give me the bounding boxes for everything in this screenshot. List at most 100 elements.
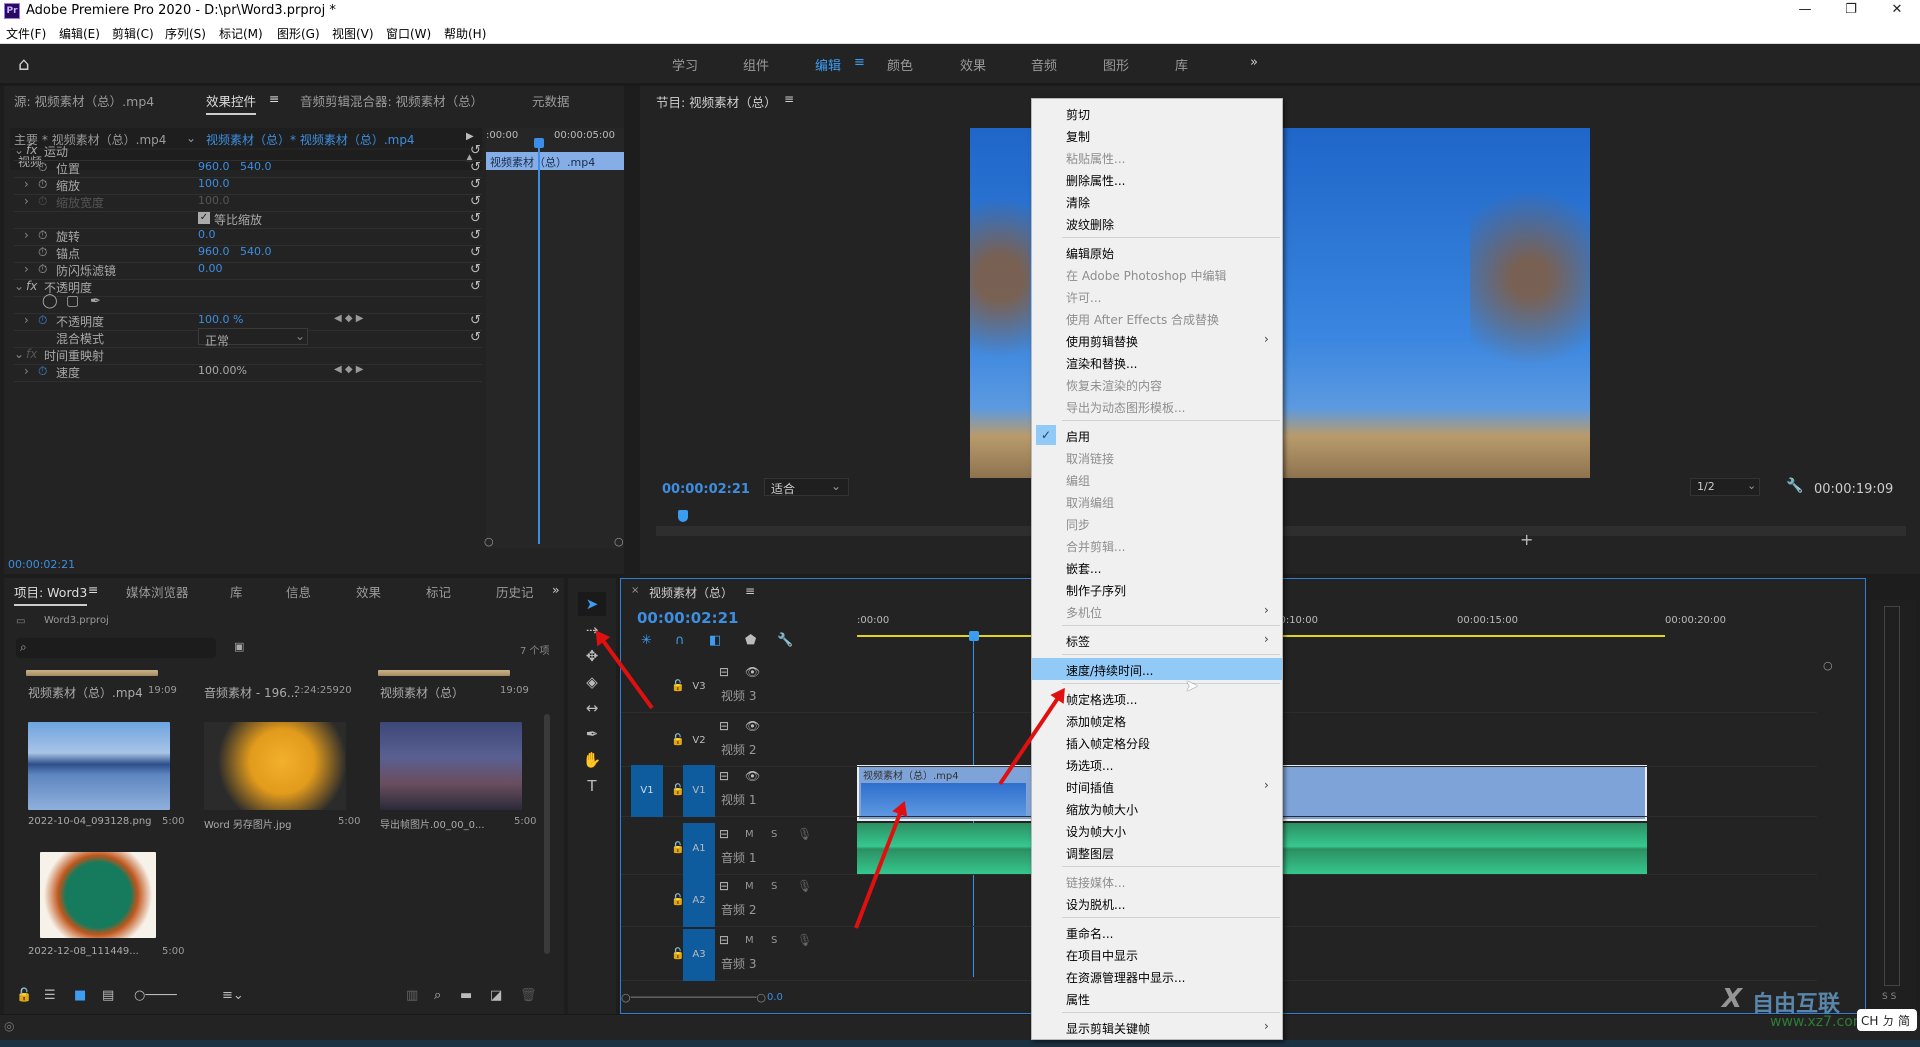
list-view-icon[interactable]: ☰: [44, 988, 56, 1003]
effect-controls-menu-icon[interactable]: ≡: [269, 91, 279, 106]
project-item[interactable]: 视频素材（总）.mp4 19:09: [18, 670, 188, 706]
stopwatch-icon[interactable]: ⏱: [38, 228, 47, 243]
menu-edit[interactable]: 编辑(E): [59, 25, 100, 42]
sort-icon[interactable]: ≡⌄: [222, 988, 244, 1003]
voiceover-mic-icon[interactable]: 🎙: [797, 879, 812, 893]
minimize-button[interactable]: —: [1782, 0, 1828, 22]
resolution-dropdown[interactable]: 1/2 ⌄: [1690, 478, 1760, 496]
track-target-toggle[interactable]: A3: [683, 929, 715, 981]
tab-metadata[interactable]: 元数据: [532, 91, 570, 110]
workspace-more-icon[interactable]: »: [1250, 55, 1258, 70]
fx-badge-icon[interactable]: fx: [26, 143, 37, 157]
chevron-down-icon[interactable]: ⌄: [14, 347, 24, 361]
lock-icon[interactable]: 🔓: [16, 988, 32, 1003]
menu-item[interactable]: 在项目中显示: [1032, 943, 1282, 965]
pen-tool-icon[interactable]: ✒: [578, 722, 606, 746]
chevron-down-icon[interactable]: ⌄: [14, 143, 24, 157]
sequence-tab[interactable]: 视频素材（总）: [649, 584, 733, 601]
solo-button[interactable]: S: [771, 935, 777, 946]
property-value[interactable]: 100.0: [198, 177, 230, 190]
timeline-menu-icon[interactable]: ≡: [745, 584, 755, 598]
more-tabs-icon[interactable]: »: [552, 582, 560, 597]
program-playhead-handle[interactable]: [678, 510, 688, 522]
mute-button[interactable]: M: [745, 829, 754, 840]
voiceover-mic-icon[interactable]: 🎙: [797, 827, 812, 841]
sync-lock-icon[interactable]: ⊟: [719, 879, 729, 893]
menu-item[interactable]: 插入帧定格分段: [1032, 731, 1282, 753]
track-target-toggle[interactable]: V1: [683, 765, 715, 817]
ime-indicator[interactable]: CH ㄉ 简: [1857, 1009, 1917, 1031]
workspace-color[interactable]: 颜色: [887, 55, 913, 74]
vertical-scroll-handle[interactable]: ○: [1823, 659, 1833, 672]
stopwatch-icon[interactable]: ⏱: [38, 177, 47, 192]
menu-item[interactable]: 速度/持续时间...: [1032, 658, 1282, 680]
linked-selection-icon[interactable]: ◧: [709, 633, 721, 648]
automate-icon[interactable]: ▥: [406, 988, 418, 1003]
tab-info[interactable]: 信息: [286, 582, 311, 601]
type-tool-icon[interactable]: T: [578, 774, 606, 798]
track-target-toggle[interactable]: A2: [683, 875, 715, 927]
project-search-input[interactable]: ⌕: [16, 638, 216, 658]
stopwatch-icon[interactable]: ⏱: [38, 262, 47, 277]
project-item[interactable]: 2022-10-04_093128.png 5:00: [18, 714, 188, 834]
menu-item[interactable]: 标签 ›: [1032, 629, 1282, 651]
program-monitor-menu-icon[interactable]: ≡: [784, 92, 794, 106]
mix-value[interactable]: 0.0: [767, 992, 783, 1003]
stopwatch-icon[interactable]: ⏱: [38, 245, 47, 260]
workspace-menu-icon[interactable]: ≡: [854, 55, 865, 70]
effect-controls-timecode[interactable]: 00:00:02:21: [8, 558, 75, 571]
menu-item[interactable]: 嵌套...: [1032, 556, 1282, 578]
timeline-timecode[interactable]: 00:00:02:21: [637, 609, 739, 627]
reset-icon[interactable]: ↺: [470, 194, 481, 209]
menu-item[interactable]: 设为脱机...: [1032, 892, 1282, 914]
solo-button[interactable]: S: [771, 829, 777, 840]
menu-item[interactable]: 清除: [1032, 190, 1282, 212]
folder-icon[interactable]: ▭: [16, 616, 25, 627]
mute-button[interactable]: M: [745, 881, 754, 892]
workspace-audio[interactable]: 音频: [1031, 55, 1057, 74]
reset-icon[interactable]: ↺: [470, 177, 481, 192]
tab-source[interactable]: 源: 视频素材（总）.mp4: [14, 91, 154, 110]
menu-item[interactable]: 属性: [1032, 987, 1282, 1009]
project-menu-icon[interactable]: ≡: [88, 582, 98, 597]
workspace-graphics[interactable]: 图形: [1103, 55, 1129, 74]
voiceover-mic-icon[interactable]: 🎙: [797, 933, 812, 947]
mini-timeline-clip[interactable]: 视频素材（总）.mp4: [486, 152, 624, 170]
mini-playhead-handle[interactable]: [534, 138, 544, 148]
chevron-right-icon[interactable]: ›: [24, 228, 29, 242]
property-value[interactable]: 0.00: [198, 262, 223, 275]
timeline-zoom-scrollbar[interactable]: ○───────────────────○: [621, 991, 766, 1004]
property-value[interactable]: 960.0: [198, 160, 230, 173]
rectangle-mask-icon[interactable]: ▢: [66, 293, 79, 309]
add-marker-icon[interactable]: ⬟: [745, 633, 756, 648]
ripple-edit-tool-icon[interactable]: ✥: [578, 644, 606, 668]
mini-timeline-scrollbar[interactable]: ○ ○: [484, 535, 624, 548]
fit-dropdown[interactable]: 适合 ⌄: [764, 478, 849, 496]
menu-item[interactable]: 时间插值 ›: [1032, 775, 1282, 797]
razor-tool-icon[interactable]: ◈: [578, 670, 606, 694]
solo-button[interactable]: S: [771, 881, 777, 892]
track-target-toggle[interactable]: V2: [683, 715, 715, 767]
source-patch-v1[interactable]: V1: [631, 765, 663, 817]
stopwatch-icon[interactable]: ⏱: [38, 194, 47, 209]
find-icon[interactable]: ▣: [234, 640, 244, 653]
freeform-view-icon[interactable]: ▤: [102, 988, 114, 1003]
chevron-right-icon[interactable]: ›: [24, 177, 29, 191]
chevron-right-icon[interactable]: ›: [24, 313, 29, 327]
stopwatch-icon[interactable]: ⏱: [38, 313, 47, 328]
timeline-playhead-handle[interactable]: [969, 631, 979, 641]
tab-project[interactable]: 项目: Word3: [14, 582, 88, 606]
project-item[interactable]: 音频素材 - 196... 2:24:25920: [194, 670, 364, 706]
chevron-right-icon[interactable]: ›: [24, 364, 29, 378]
toggle-output-eye-icon[interactable]: 👁: [745, 719, 760, 733]
creative-cloud-icon[interactable]: ◎: [4, 1019, 14, 1033]
nest-icon[interactable]: ✳: [641, 633, 652, 648]
wrench-icon[interactable]: 🔧: [1786, 478, 1803, 494]
mute-button[interactable]: M: [745, 935, 754, 946]
reset-icon[interactable]: ↺: [470, 211, 481, 226]
menu-sequence[interactable]: 序列(S): [165, 25, 206, 42]
menu-marker[interactable]: 标记(M): [219, 25, 263, 42]
menu-help[interactable]: 帮助(H): [444, 25, 486, 42]
workspace-assembly[interactable]: 组件: [743, 55, 769, 74]
mini-playhead[interactable]: [538, 144, 540, 544]
